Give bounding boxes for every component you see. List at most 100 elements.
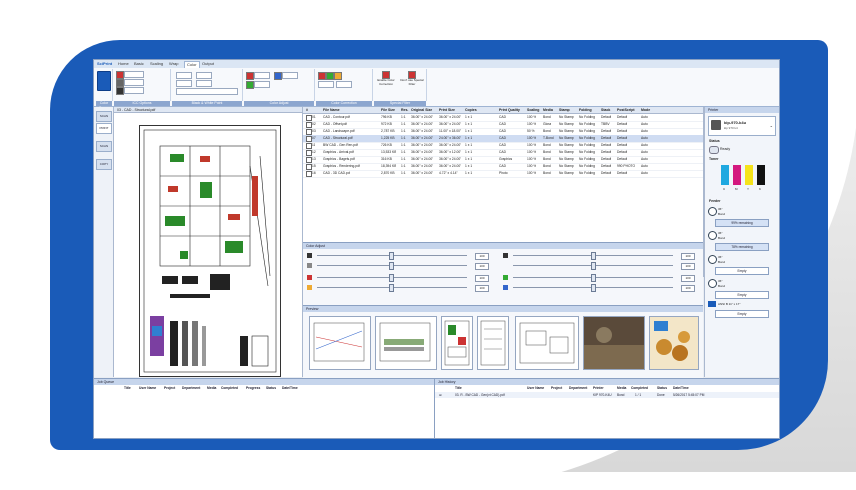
expand-icon[interactable]: ⊞ [439,393,442,398]
col-folding[interactable]: Folding [579,107,592,113]
col-print-size[interactable]: Print Size [439,107,455,113]
tab-output[interactable]: Output [202,61,214,67]
thumbnail-5[interactable] [515,316,579,370]
col-scaling[interactable]: Scaling [527,107,539,113]
copy-button[interactable]: COPY [96,159,112,170]
scan-button[interactable]: SCAN [96,111,112,122]
icc-rgb-field[interactable] [124,71,144,78]
col-original-size[interactable]: Original Size [411,107,432,113]
col-print-quality[interactable]: Print Quality [499,107,520,113]
scan-button-2[interactable]: SCAN [96,141,112,152]
thumbnail-7[interactable] [649,316,699,370]
slider-knob[interactable] [591,274,596,282]
bw-field[interactable] [196,72,212,79]
print-button[interactable]: PRINT [96,123,112,134]
red-slider[interactable] [317,274,467,282]
color-space-button[interactable] [97,71,111,91]
thumbnail-3[interactable] [441,316,473,370]
jh-col-datetime[interactable]: Date/Time [673,386,689,391]
blue-value[interactable]: 100 [681,285,695,292]
enable-color-correction-label[interactable]: Enable Color Correction [374,78,398,86]
col-stamp[interactable]: Stamp [559,107,570,113]
col-file-size[interactable]: File Size [381,107,395,113]
jq-col-datetime[interactable]: Date/Time [282,386,298,391]
green-slider[interactable] [513,274,673,282]
tab-wrap[interactable]: Wrap [169,61,178,67]
yellow-slider[interactable] [317,284,467,292]
jh-col-department[interactable]: Department [569,386,587,391]
jh-col-title[interactable]: Title [455,386,462,391]
sheet-state[interactable]: Empty [715,310,769,318]
col-stack[interactable]: Stack [601,107,610,113]
slider-knob[interactable] [389,252,394,260]
roll-3-state[interactable]: Empty [715,267,769,275]
col-file-name[interactable]: File Name [323,107,340,113]
slider-knob[interactable] [591,284,596,292]
tab-color[interactable]: Color [184,61,200,68]
red-value[interactable]: 100 [475,275,489,282]
jq-col-status[interactable]: Status [266,386,276,391]
jq-col-department[interactable]: Department [182,386,200,391]
contrast-slider[interactable] [317,262,467,270]
brightness-slider[interactable] [317,252,467,260]
roll-4-state[interactable]: Empty [715,291,769,299]
saturation-slider[interactable] [513,262,673,270]
jh-col-user[interactable]: User Name [527,386,544,391]
jq-col-user[interactable]: User Name [139,386,156,391]
jh-col-status[interactable]: Status [657,386,667,391]
slider-knob[interactable] [591,252,596,260]
col-res[interactable]: Res. [401,107,408,113]
roll-2-state[interactable]: 78% remaining [715,243,769,251]
thumbnail-4[interactable] [477,316,509,370]
special-filter-label[interactable]: Don't use Special Filter [400,78,424,86]
icc-gray-field[interactable] [124,87,144,94]
slider-knob[interactable] [591,262,596,270]
tab-sciprint[interactable]: SciPrint [97,61,112,67]
icc-cmyk-field[interactable] [124,79,144,86]
thumbnail-2[interactable] [375,316,437,370]
gamma-slider[interactable] [513,252,673,260]
white-point-field[interactable] [176,80,192,87]
adjust-field[interactable] [318,81,334,88]
contrast-value[interactable]: 100 [475,263,489,270]
slider-knob[interactable] [389,262,394,270]
chevron-down-icon[interactable]: ⌄ [770,123,773,128]
black-point-field[interactable] [176,72,192,79]
jh-col-media[interactable]: Media [617,386,626,391]
yellow-value[interactable]: 100 [475,285,489,292]
red-adjust-field[interactable] [254,72,270,79]
green-value[interactable]: 100 [681,275,695,282]
brightness-value[interactable]: 100 [475,253,489,260]
col-number[interactable]: # [306,107,308,113]
tab-home[interactable]: Home [118,61,129,67]
jh-col-printer[interactable]: Printer [593,386,604,391]
col-mode[interactable]: Mode [641,107,650,113]
col-copies[interactable]: Copies [465,107,477,113]
thumbnail-1[interactable] [309,316,371,370]
table-row[interactable]: 16 CAD - 3D CAD.pdf 2,870 KB 1:1 36.00" x 24… [303,170,703,178]
roll-1-state[interactable]: 99% remaining [715,219,769,227]
jq-col-progress[interactable]: Progress [246,386,260,391]
tab-scaling[interactable]: Scaling [150,61,163,67]
jh-col-project[interactable]: Project [551,386,562,391]
col-media[interactable]: Media [543,107,553,113]
blue-adjust-field[interactable] [282,72,298,79]
adjust-field[interactable] [336,81,352,88]
bw-field[interactable] [196,80,212,87]
col-postscript[interactable]: PostScript [617,107,635,113]
gamma-value[interactable]: 100 [681,253,695,260]
jh-col-completed[interactable]: Completed [631,386,648,391]
preserve-pure-field[interactable] [176,88,238,95]
jq-col-media[interactable]: Media [207,386,216,391]
slider-knob[interactable] [389,274,394,282]
cad-drawing[interactable] [139,125,281,377]
slider-knob[interactable] [389,284,394,292]
jq-col-completed[interactable]: Completed [221,386,238,391]
jq-col-project[interactable]: Project [164,386,175,391]
thumbnail-6[interactable] [583,316,645,370]
green-adjust-field[interactable] [254,81,270,88]
jq-col-title[interactable]: Title [124,386,131,391]
blue-slider[interactable] [513,284,673,292]
printer-selector[interactable]: kip-970-k4u kip 970 k4 ⌄ [708,116,776,136]
tab-basic[interactable]: Basic [134,61,144,67]
